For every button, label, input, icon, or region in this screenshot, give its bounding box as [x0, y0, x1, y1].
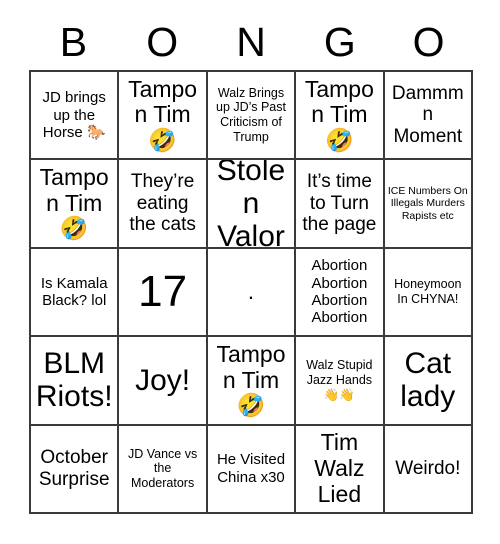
bingo-cell-o9-label: JD Vance vs the Moderators	[127, 446, 198, 491]
bingo-cell-o1[interactable]: Tampon Tim 🤣	[119, 72, 208, 161]
bingo-cell-o8[interactable]: Cat lady	[384, 337, 473, 426]
bingo-cell-g4-label: Walz Stupid Jazz Hands 👋👋	[306, 358, 373, 402]
bingo-cell-n3-label: Tampon Tim 🤣	[216, 340, 286, 419]
bingo-cell-g2-label: It’s time to Turn the page	[302, 171, 377, 236]
bingo-cell-o5[interactable]: 17	[119, 248, 208, 338]
bingo-cell-b5-label: October Surprise	[38, 447, 110, 490]
bingo-header-letter-1: O	[146, 18, 179, 65]
bingo-cell-n2-label: Stolen Valor	[216, 160, 286, 249]
bingo-cell-free-center-label: .	[247, 278, 255, 304]
bingo-cell-n4[interactable]: He Visited China x30	[207, 425, 297, 514]
bingo-cell-o10-label: Weirdo!	[395, 457, 461, 479]
bingo-cell-b2[interactable]: Tampon Tim 🤣	[31, 160, 120, 249]
bingo-cell-o6-label: Honeymoon In CHYNA!	[394, 277, 462, 306]
bingo-cell-o10[interactable]: Weirdo!	[384, 425, 473, 514]
bingo-cell-b3[interactable]: Is Kamala Black? lol	[31, 248, 120, 338]
bingo-cell-b1[interactable]: JD brings up the Horse 🐎	[31, 72, 120, 161]
bingo-header-letter-4: O	[412, 18, 445, 65]
bingo-cell-free-center[interactable]: .	[207, 248, 297, 338]
bingo-cell-n1-label: Walz Brings up JD’s Past Criticism of Tr…	[216, 85, 286, 144]
bingo-header-letter-2: N	[236, 18, 266, 65]
bingo-cell-g5[interactable]: Tim Walz Lied	[296, 425, 385, 514]
bingo-cell-n2[interactable]: Stolen Valor	[207, 160, 297, 249]
bingo-cell-b2-label: Tampon Tim 🤣	[39, 163, 109, 242]
bingo-cell-o3-label: They’re eating the cats	[129, 171, 196, 236]
bingo-cell-o3[interactable]: They’re eating the cats	[119, 160, 208, 249]
bingo-cell-g1-label: Tampon Tim 🤣	[304, 75, 374, 154]
bingo-cell-o6[interactable]: Honeymoon In CHYNA!	[384, 248, 473, 338]
bingo-cell-o2-label: Dammmn Moment	[391, 82, 464, 148]
bingo-cell-o4[interactable]: ICE Numbers On Illegals Murders Rapists …	[384, 160, 473, 249]
bingo-cell-g1[interactable]: Tampon Tim 🤣	[296, 72, 385, 161]
bingo-cell-b1-label: JD brings up the Horse 🐎	[42, 89, 106, 141]
bingo-cell-g5-label: Tim Walz Lied	[314, 429, 365, 507]
bingo-cell-o4-label: ICE Numbers On Illegals Murders Rapists …	[387, 184, 468, 222]
bingo-cell-n3[interactable]: Tampon Tim 🤣	[207, 337, 297, 426]
bingo-cell-g3[interactable]: Abortion Abortion Abortion Abortion	[296, 248, 385, 338]
bingo-cell-o8-label: Cat lady	[400, 347, 456, 414]
bingo-cell-g4[interactable]: Walz Stupid Jazz Hands 👋👋	[296, 337, 385, 426]
bingo-header-letter-0: B	[59, 18, 88, 65]
bingo-header-letter-3: G	[323, 18, 356, 65]
bingo-cell-b4[interactable]: BLM Riots!	[31, 337, 120, 426]
bingo-header: BONGO	[29, 14, 473, 70]
bingo-cell-o9[interactable]: JD Vance vs the Moderators	[119, 425, 208, 514]
bingo-cell-o5-label: 17	[138, 266, 188, 316]
bingo-cell-b4-label: BLM Riots!	[35, 347, 113, 414]
bingo-grid: JD brings up the Horse 🐎 Tampon Tim 🤣 Walz…	[29, 70, 473, 514]
bingo-cell-n4-label: He Visited China x30	[216, 451, 286, 486]
bingo-cell-g2[interactable]: It’s time to Turn the page	[296, 160, 385, 249]
bingo-cell-o7-label: Joy!	[135, 363, 191, 397]
bingo-card: B O N G O JD brings up the Horse 🐎 Tampon Tim…	[0, 0, 500, 544]
bingo-cell-b3-label: Is Kamala Black? lol	[40, 274, 108, 309]
bingo-cell-o7[interactable]: Joy!	[119, 337, 208, 426]
bingo-cell-g3-label: Abortion Abortion Abortion Abortion	[311, 257, 368, 327]
bingo-cell-o1-label: Tampon Tim 🤣	[128, 75, 198, 154]
bingo-cell-o2[interactable]: Dammmn Moment	[384, 72, 473, 161]
bingo-cell-b5[interactable]: October Surprise	[31, 425, 120, 514]
bingo-cell-n1[interactable]: Walz Brings up JD’s Past Criticism of Tr…	[207, 72, 297, 161]
